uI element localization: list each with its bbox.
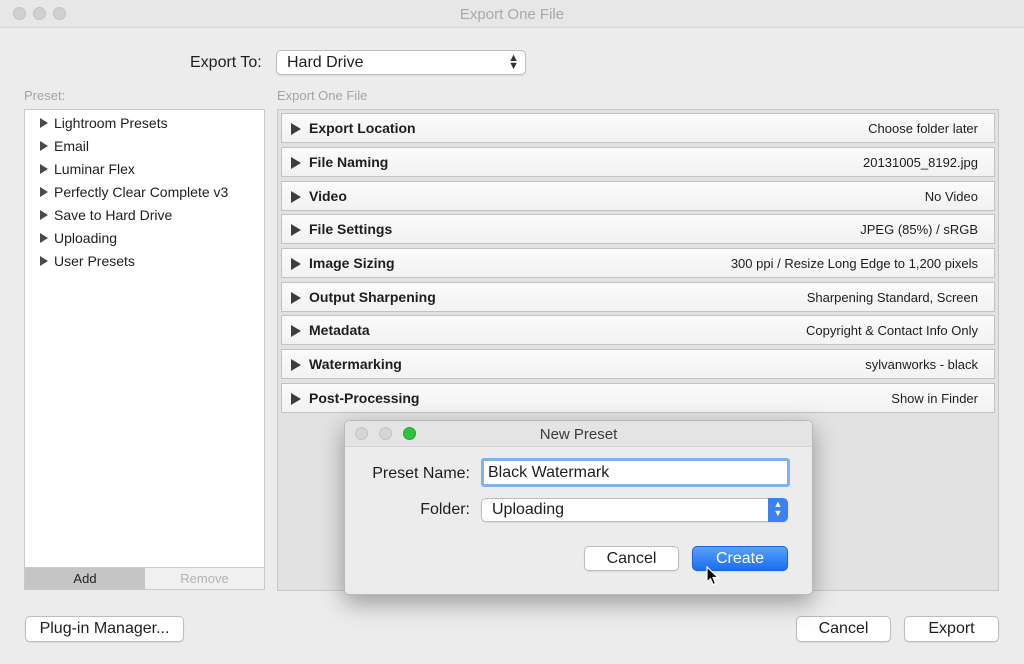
updown-chevron-icon: ▲ ▼ xyxy=(768,498,788,522)
section-summary: sylvanworks - black xyxy=(865,357,978,372)
preset-folder-label: Uploading xyxy=(54,230,118,246)
disclosure-triangle-icon xyxy=(40,118,48,128)
disclosure-triangle-icon xyxy=(291,359,301,371)
preset-folder[interactable]: Lightroom Presets xyxy=(40,115,168,131)
section-image-sizing[interactable]: Image Sizing 300 ppi / Resize Long Edge t… xyxy=(281,248,995,278)
section-summary: JPEG (85%) / sRGB xyxy=(860,222,978,237)
export-button[interactable]: Export xyxy=(904,616,999,642)
preset-folder[interactable]: Email xyxy=(40,138,89,154)
section-file-naming[interactable]: File Naming 20131005_8192.jpg xyxy=(281,147,995,177)
folder-label: Folder: xyxy=(420,501,470,518)
section-output-sharpening[interactable]: Output Sharpening Sharpening Standard, Sc… xyxy=(281,282,995,312)
section-summary: 300 ppi / Resize Long Edge to 1,200 pixe… xyxy=(730,256,978,271)
preset-list: Lightroom Presets Email Luminar Flex Per… xyxy=(24,109,265,590)
disclosure-triangle-icon xyxy=(40,187,48,197)
section-post-processing[interactable]: Post-Processing Show in Finder xyxy=(281,383,995,413)
plugin-manager-button[interactable]: Plug-in Manager... xyxy=(25,616,184,642)
preset-folder-label: User Presets xyxy=(54,253,135,269)
folder-value: Uploading xyxy=(492,501,565,518)
section-export-location[interactable]: Export Location Choose folder later xyxy=(281,113,995,143)
section-name: Video xyxy=(309,188,347,204)
updown-chevron-icon: ▲ ▼ xyxy=(508,52,519,72)
preset-label: Preset: xyxy=(24,88,66,103)
preset-name-label: Preset Name: xyxy=(372,465,470,482)
dialog-cancel-button[interactable]: Cancel xyxy=(584,546,679,571)
section-name: Output Sharpening xyxy=(309,289,436,305)
section-metadata[interactable]: Metadata Copyright & Contact Info Only xyxy=(281,315,995,345)
disclosure-triangle-icon xyxy=(40,141,48,151)
disclosure-triangle-icon xyxy=(291,393,301,405)
section-name: File Settings xyxy=(309,221,393,237)
folder-select[interactable]: Uploading ▲ ▼ xyxy=(481,498,788,522)
remove-preset-button[interactable]: Remove xyxy=(145,568,264,589)
preset-folder[interactable]: Perfectly Clear Complete v3 xyxy=(40,184,228,200)
cancel-button[interactable]: Cancel xyxy=(796,616,891,642)
section-name: Watermarking xyxy=(309,356,402,372)
disclosure-triangle-icon xyxy=(40,256,48,266)
preset-folder-label: Luminar Flex xyxy=(54,161,135,177)
section-name: Post-Processing xyxy=(309,390,420,406)
disclosure-triangle-icon xyxy=(40,233,48,243)
section-summary: 20131005_8192.jpg xyxy=(863,155,978,170)
export-to-label: Export To: xyxy=(190,54,262,71)
preset-name-input[interactable]: Black Watermark xyxy=(481,458,790,487)
disclosure-triangle-icon xyxy=(291,224,301,236)
preset-folder[interactable]: User Presets xyxy=(40,253,135,269)
section-summary: Copyright & Contact Info Only xyxy=(806,323,978,338)
section-summary: Choose folder later xyxy=(868,121,978,136)
export-window: Export One File Export To: Hard Drive ▲ ▼… xyxy=(0,0,1024,664)
section-summary: Sharpening Standard, Screen xyxy=(806,290,978,305)
preset-folder-label: Email xyxy=(54,138,90,154)
section-summary: Show in Finder xyxy=(891,391,978,406)
disclosure-triangle-icon xyxy=(291,191,301,203)
section-name: Metadata xyxy=(309,322,370,338)
section-summary: No Video xyxy=(924,189,978,204)
disclosure-triangle-icon xyxy=(291,123,301,135)
new-preset-dialog: New Preset Preset Name: Black Watermark … xyxy=(344,420,813,595)
dialog-title-bar: New Preset xyxy=(345,421,812,447)
section-video[interactable]: Video No Video xyxy=(281,181,995,211)
preset-folder[interactable]: Save to Hard Drive xyxy=(40,207,172,223)
add-preset-button[interactable]: Add xyxy=(25,568,145,589)
disclosure-triangle-icon xyxy=(40,210,48,220)
section-name: File Naming xyxy=(309,154,389,170)
export-to-select[interactable]: Hard Drive ▲ ▼ xyxy=(276,50,526,75)
disclosure-triangle-icon xyxy=(40,164,48,174)
preset-folder-label: Perfectly Clear Complete v3 xyxy=(54,184,229,200)
window-title: Export One File xyxy=(459,6,565,23)
mouse-pointer-icon xyxy=(706,566,720,586)
disclosure-triangle-icon xyxy=(291,292,301,304)
preset-button-bar: Add Remove xyxy=(25,567,264,589)
disclosure-triangle-icon xyxy=(291,157,301,169)
preset-folder[interactable]: Luminar Flex xyxy=(40,161,135,177)
title-bar: Export One File xyxy=(0,0,1024,28)
section-watermarking[interactable]: Watermarking sylvanworks - black xyxy=(281,349,995,379)
disclosure-triangle-icon xyxy=(291,258,301,270)
dialog-title: New Preset xyxy=(539,426,618,443)
preset-folder-label: Lightroom Presets xyxy=(54,115,168,131)
preset-folder-label: Save to Hard Drive xyxy=(54,207,173,223)
section-name: Export Location xyxy=(309,120,416,136)
section-file-settings[interactable]: File Settings JPEG (85%) / sRGB xyxy=(281,214,995,244)
export-to-value: Hard Drive xyxy=(287,54,364,71)
sections-label: Export One File xyxy=(277,88,368,103)
section-name: Image Sizing xyxy=(309,255,395,271)
preset-folder[interactable]: Uploading xyxy=(40,230,117,246)
disclosure-triangle-icon xyxy=(291,325,301,337)
